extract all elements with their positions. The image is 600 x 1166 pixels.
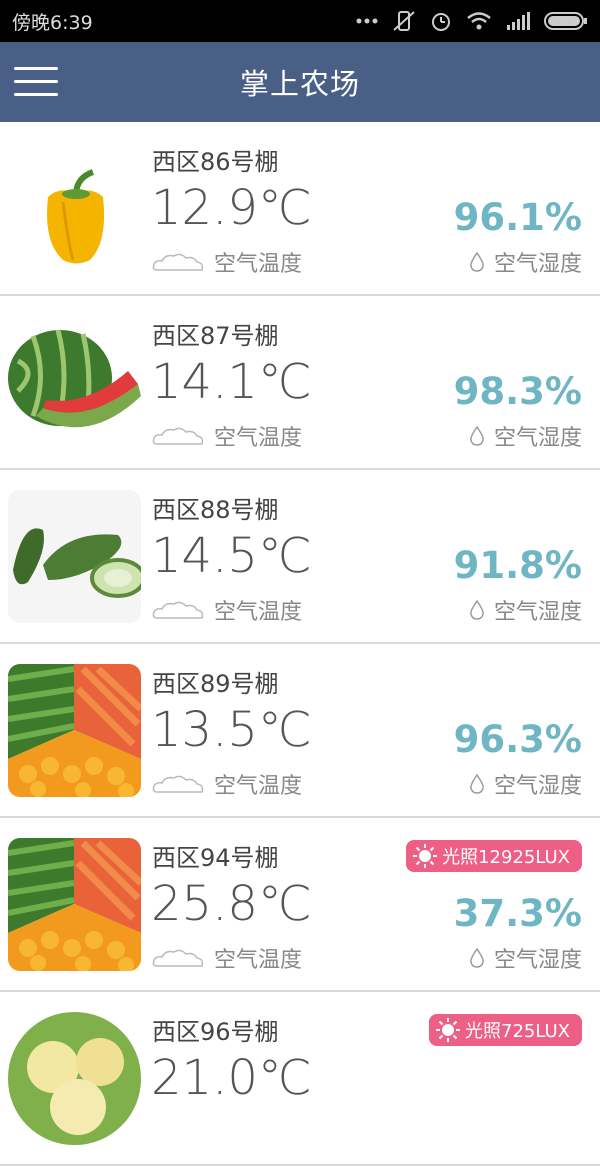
light-badge: 光照12925LUX [406, 840, 582, 872]
menu-icon[interactable] [14, 67, 58, 97]
humidity-value: 96.3% [453, 718, 582, 761]
temperature-label: 空气温度 [214, 774, 303, 799]
droplet-icon [470, 425, 484, 446]
pepper-image [8, 142, 141, 275]
droplet-icon [470, 251, 484, 272]
fruit-image [8, 1012, 141, 1145]
humidity-value: 91.8% [453, 544, 582, 587]
light-value: 光照725LUX [465, 1021, 570, 1042]
greenhouse-name: 西区89号棚 [152, 670, 279, 698]
droplet-icon [470, 947, 484, 968]
greenhouse-name: 西区88号棚 [152, 496, 279, 524]
cloud-icon [152, 949, 204, 967]
status-icons [356, 10, 588, 32]
temperature-value: 14.5℃ [151, 528, 312, 584]
humidity-value: 37.3% [453, 892, 582, 935]
humidity-label: 空气湿度 [493, 252, 582, 277]
humidity-label-group: 空气湿度 [468, 768, 582, 800]
status-time: 傍晚6:39 [12, 11, 93, 34]
temperature-value: 13.5℃ [151, 702, 312, 758]
list-item[interactable]: 西区94号棚 25.8℃ 空气温度 光照12925LUX 37.3% 空气湿度 [0, 818, 600, 992]
light-value: 光照12925LUX [442, 847, 570, 868]
status-bar: 傍晚6:39 [0, 0, 600, 42]
signal-icon [507, 12, 530, 30]
humidity-label-group: 空气湿度 [468, 246, 582, 278]
temperature-value: 25.8℃ [151, 876, 312, 932]
greenhouse-list: 西区86号棚 12.9℃ 空气温度 96.1% 空气湿度 西区87号棚 14.1… [0, 122, 600, 1166]
humidity-label: 空气湿度 [493, 426, 582, 451]
list-item[interactable]: 西区87号棚 14.1℃ 空气温度 98.3% 空气湿度 [0, 296, 600, 470]
list-item[interactable]: 西区86号棚 12.9℃ 空气温度 96.1% 空气湿度 [0, 122, 600, 296]
watermelon-image [8, 316, 141, 449]
humidity-label: 空气湿度 [493, 948, 582, 973]
cloud-icon [152, 427, 204, 445]
battery-icon [544, 12, 587, 30]
humidity-label: 空气湿度 [493, 774, 582, 799]
temperature-label-group: 空气温度 [152, 768, 302, 800]
droplet-icon [470, 599, 484, 620]
wifi-icon [467, 12, 491, 30]
sun-icon [413, 844, 438, 868]
temperature-label-group: 空气温度 [152, 942, 302, 974]
greenhouse-name: 西区87号棚 [152, 322, 279, 350]
temperature-label: 空气温度 [214, 426, 303, 451]
temperature-value: 12.9℃ [151, 180, 312, 236]
vegetable-mix-image [8, 838, 141, 971]
vegetable-mix-image [8, 664, 141, 797]
temperature-label: 空气温度 [214, 252, 303, 277]
cloud-icon [152, 601, 204, 619]
temperature-label: 空气温度 [214, 600, 303, 625]
list-item[interactable]: 西区96号棚 21.0℃ 光照725LUX [0, 992, 600, 1166]
humidity-value: 98.3% [453, 370, 582, 413]
temperature-value: 14.1℃ [151, 354, 312, 410]
humidity-label-group: 空气湿度 [468, 420, 582, 452]
temperature-label-group: 空气温度 [152, 246, 302, 278]
app-bar: 掌上农场 [0, 42, 600, 122]
cloud-icon [152, 253, 204, 271]
temperature-label: 空气温度 [214, 948, 303, 973]
temperature-value: 21.0℃ [151, 1050, 312, 1106]
light-badge: 光照725LUX [429, 1014, 582, 1046]
humidity-label-group: 空气湿度 [468, 942, 582, 974]
cucumber-image [8, 490, 141, 623]
sun-icon [436, 1018, 460, 1042]
page-title: 掌上农场 [239, 67, 360, 101]
greenhouse-name: 西区86号棚 [152, 148, 279, 176]
list-item[interactable]: 西区89号棚 13.5℃ 空气温度 96.3% 空气湿度 [0, 644, 600, 818]
temperature-label-group: 空气温度 [152, 594, 302, 626]
vibrate-icon [393, 11, 415, 31]
humidity-label-group: 空气湿度 [468, 594, 582, 626]
more-dots-icon [356, 18, 378, 24]
droplet-icon [470, 773, 484, 794]
cloud-icon [152, 775, 204, 793]
alarm-icon [432, 13, 450, 31]
temperature-label-group: 空气温度 [152, 420, 302, 452]
greenhouse-name: 西区96号棚 [152, 1018, 279, 1046]
list-item[interactable]: 西区88号棚 14.5℃ 空气温度 91.8% 空气湿度 [0, 470, 600, 644]
greenhouse-name: 西区94号棚 [152, 844, 279, 872]
humidity-value: 96.1% [453, 196, 582, 239]
humidity-label: 空气湿度 [493, 600, 582, 625]
